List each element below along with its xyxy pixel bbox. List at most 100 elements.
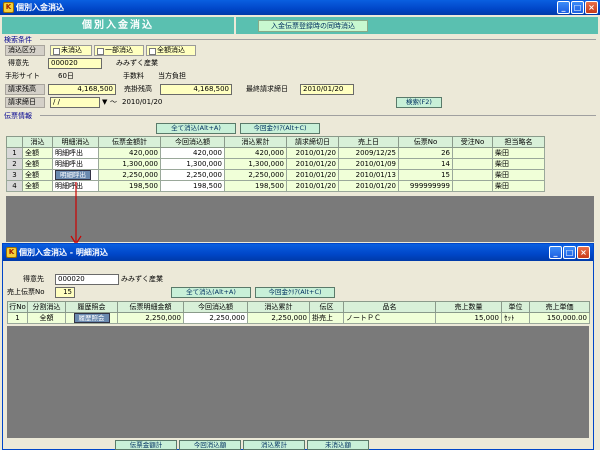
detail-clear-current-button[interactable]: 今回金ｸﾘｱ(Alt+C) <box>255 287 335 298</box>
col-header: 売上数量 <box>435 301 502 313</box>
minimize-icon[interactable]: _ <box>549 246 562 259</box>
col-header: 今回消込額 <box>183 301 248 313</box>
total-cell: 420,000 <box>98 147 161 159</box>
search-button[interactable]: 検索(F2) <box>396 97 442 108</box>
split-cell[interactable]: 全額 <box>27 312 66 324</box>
detail-call-button[interactable]: 明細呼出 <box>52 158 99 170</box>
detail-customer-name: みみずく産業 <box>121 275 163 283</box>
bill-date-from-field[interactable]: / / <box>50 97 100 108</box>
total-cell: 198,500 <box>98 180 161 192</box>
divider <box>40 39 596 40</box>
checkbox-unapplied[interactable]: 未消込 <box>50 45 92 56</box>
table-row[interactable]: 3 全額 明細呼出 2,250,000 2,250,000 2,250,000 … <box>6 169 545 181</box>
cumulative-cell: 420,000 <box>224 147 287 159</box>
maximize-icon[interactable]: □ <box>571 1 584 14</box>
main-grid-empty-area <box>6 196 594 242</box>
chevron-down-icon[interactable]: ▼ <box>102 97 107 108</box>
detail-customer-code-field: 000020 <box>55 274 119 285</box>
sales-date-cell: 2010/01/09 <box>338 158 399 170</box>
col-header: 単位 <box>501 301 530 313</box>
detail-window: K 個別入金消込 - 明細消込 _ □ × 得意先 000020 みみずく産業 … <box>2 243 594 450</box>
current-cell[interactable]: 2,250,000 <box>183 312 248 324</box>
col-header: 受注No <box>452 136 493 148</box>
app-icon: K <box>3 2 14 13</box>
slip-no-cell: 999999999 <box>398 180 453 192</box>
simultaneous-clear-link[interactable]: 入金伝票登録時の同時消込 <box>258 20 368 32</box>
detail-titlebar: K 個別入金消込 - 明細消込 _ □ × <box>3 244 593 261</box>
current-cell[interactable]: 198,500 <box>160 180 225 192</box>
minimize-icon[interactable]: _ <box>557 1 570 14</box>
col-header: 伝票No <box>398 136 453 148</box>
col-header: 明細消込 <box>52 136 99 148</box>
checkbox-partial[interactable]: 一部消込 <box>94 45 144 56</box>
page-title: 個別入金消込 <box>2 17 234 34</box>
col-header: 今回消込額 <box>160 136 225 148</box>
history-inquiry-button[interactable]: 履歴照会 <box>73 313 110 323</box>
slip-no-cell: 15 <box>398 169 453 181</box>
fee-label: 手数料 <box>123 72 144 80</box>
row-number: 1 <box>6 147 23 159</box>
footer-label-cumulative: 消込累計 <box>243 440 305 450</box>
kesi-cell[interactable]: 全額 <box>22 158 53 170</box>
row-number: 4 <box>6 180 23 192</box>
history-button[interactable]: 履歴照会 <box>65 312 118 324</box>
col-header: 消込累計 <box>247 301 310 313</box>
table-header: 消込 明細消込 伝票金額計 今回消込額 消込累計 請求締切日 売上日 伝票No … <box>6 136 545 148</box>
all-clear-button[interactable]: 全て消込(Alt+A) <box>156 123 236 134</box>
col-header: 伝票金額計 <box>98 136 161 148</box>
bill-date-to-field[interactable]: 2010/01/20 <box>122 97 162 108</box>
checkbox-full[interactable]: 全額消込 <box>146 45 196 56</box>
col-header: 品名 <box>343 301 436 313</box>
bill-date-label: 請求締日 <box>5 97 45 108</box>
cumulative-cell: 1,300,000 <box>224 158 287 170</box>
seikyu-zan-field: 4,168,500 <box>48 84 116 95</box>
col-header: 伝区 <box>309 301 344 313</box>
customer-code-field[interactable]: 000020 <box>48 58 102 69</box>
order-no-cell <box>452 158 493 170</box>
kesi-cell[interactable]: 全額 <box>22 169 53 181</box>
current-cell[interactable]: 2,250,000 <box>160 169 225 181</box>
urikake-zan-field: 4,168,500 <box>160 84 232 95</box>
detail-window-title: 個別入金消込 - 明細消込 <box>19 248 108 257</box>
closing-cell: 2010/01/20 <box>286 169 339 181</box>
col-header: 売上日 <box>338 136 399 148</box>
maximize-icon[interactable]: □ <box>563 246 576 259</box>
site-value: 60日 <box>58 72 74 80</box>
col-header: 伝票明細金額 <box>117 301 184 313</box>
unit-cell: ｾｯﾄ <box>501 312 530 324</box>
fee-value: 当方負担 <box>158 72 186 80</box>
close-icon[interactable]: × <box>585 1 598 14</box>
closing-cell: 2010/01/20 <box>286 147 339 159</box>
current-cell[interactable]: 1,300,000 <box>160 158 225 170</box>
table-row[interactable]: 1 全額 明細呼出 420,000 420,000 420,000 2010/0… <box>6 147 545 159</box>
customer-name: みみずく産業 <box>116 59 158 67</box>
detail-slip-no-field: 15 <box>55 287 75 298</box>
table-row[interactable]: 2 全額 明細呼出 1,300,000 1,300,000 1,300,000 … <box>6 158 545 170</box>
detail-table: 行No 分割消込 履歴照会 伝票明細金額 今回消込額 消込累計 伝区 品名 売上… <box>7 301 590 324</box>
detail-call-button-active[interactable]: 明細呼出 <box>55 170 91 180</box>
kesi-cell[interactable]: 全額 <box>22 147 53 159</box>
price-cell: 150,000.00 <box>529 312 590 324</box>
amount-cell: 2,250,000 <box>117 312 184 324</box>
row-number: 2 <box>6 158 23 170</box>
row-number: 3 <box>6 169 23 181</box>
staff-cell: 柴田 <box>492 180 545 192</box>
table-row[interactable]: 1 全額 履歴照会 2,250,000 2,250,000 2,250,000 … <box>7 312 590 324</box>
order-no-cell <box>452 180 493 192</box>
arrow-indicator <box>70 182 82 246</box>
col-header: 行No <box>7 301 28 313</box>
clear-current-button[interactable]: 今回金ｸﾘｱ(Alt+C) <box>240 123 320 134</box>
kesi-cell[interactable]: 全額 <box>22 180 53 192</box>
current-cell[interactable]: 420,000 <box>160 147 225 159</box>
closing-cell: 2010/01/20 <box>286 180 339 192</box>
table-row[interactable]: 4 全額 明細呼出 198,500 198,500 198,500 2010/0… <box>6 180 545 192</box>
close-icon[interactable]: × <box>577 246 590 259</box>
table-header: 行No 分割消込 履歴照会 伝票明細金額 今回消込額 消込累計 伝区 品名 売上… <box>7 301 590 313</box>
sales-date-cell: 2010/01/20 <box>338 180 399 192</box>
footer-bar: 伝票金額計 今回消込額 消込累計 未消込額 <box>7 440 589 450</box>
search-section-label: 検索条件 <box>4 36 32 44</box>
detail-all-clear-button[interactable]: 全て消込(Alt+A) <box>171 287 251 298</box>
order-no-cell <box>452 147 493 159</box>
detail-call-button[interactable]: 明細呼出 <box>52 147 99 159</box>
detail-call-button[interactable]: 明細呼出 <box>52 169 99 181</box>
